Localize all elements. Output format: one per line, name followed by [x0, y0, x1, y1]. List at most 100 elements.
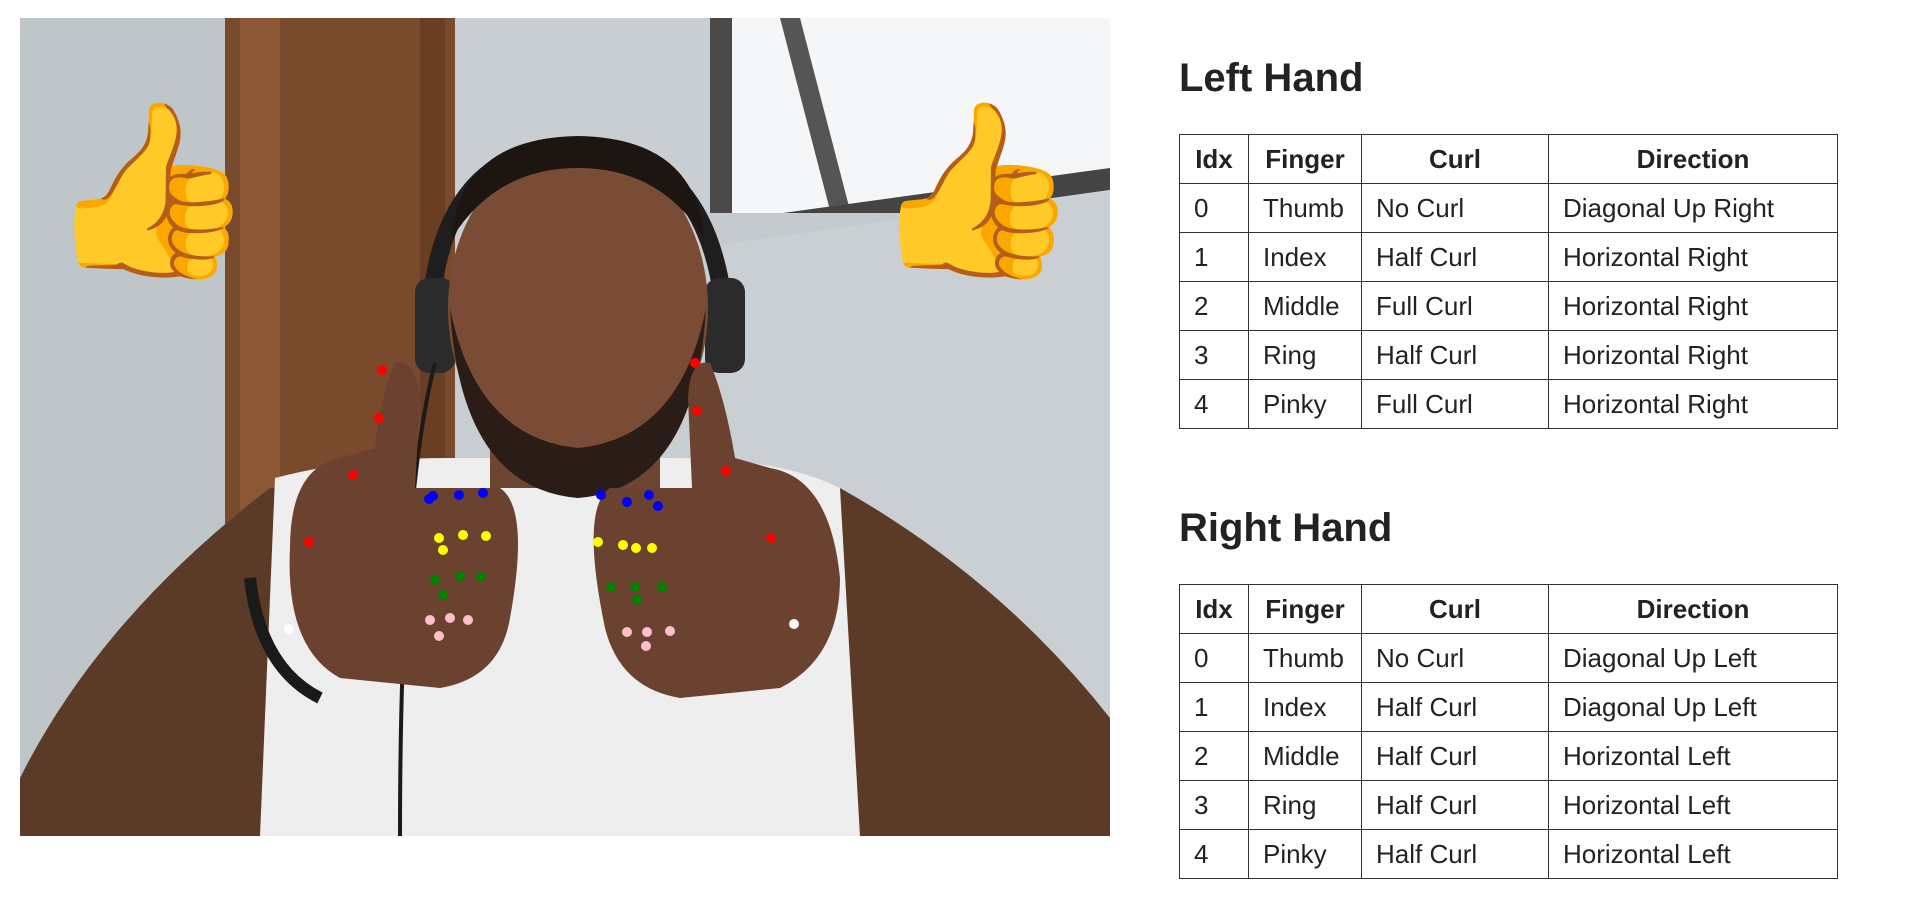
table-header-row: Idx Finger Curl Direction [1179, 584, 1838, 634]
table-row: 3 Ring Half Curl Horizontal Right [1179, 330, 1838, 380]
landmark-thumb [304, 537, 314, 547]
landmark-pinky [425, 615, 435, 625]
cell-direction: Diagonal Up Right [1548, 183, 1838, 233]
landmark-thumb [721, 466, 731, 476]
cell-idx: 3 [1179, 330, 1249, 380]
landmark-wrist [284, 624, 294, 634]
landmark-pinky [642, 627, 652, 637]
landmark-index [644, 490, 654, 500]
cell-curl: Full Curl [1361, 379, 1549, 429]
landmark-wrist [789, 619, 799, 629]
table-row: 3 Ring Half Curl Horizontal Left [1179, 780, 1838, 830]
landmark-middle [647, 543, 657, 553]
cell-direction: Diagonal Up Left [1548, 633, 1838, 683]
cell-direction: Horizontal Left [1548, 829, 1838, 879]
header-direction: Direction [1548, 134, 1838, 184]
cell-curl: Half Curl [1361, 232, 1549, 282]
header-finger: Finger [1248, 134, 1362, 184]
cell-finger: Thumb [1248, 633, 1362, 683]
table-row: 2 Middle Half Curl Horizontal Left [1179, 731, 1838, 781]
landmark-ring [455, 571, 465, 581]
landmark-pinky [622, 627, 632, 637]
webcam-video: 👍 👍 [20, 18, 1110, 836]
cell-finger: Index [1248, 232, 1362, 282]
header-curl: Curl [1361, 134, 1549, 184]
cell-finger: Ring [1248, 780, 1362, 830]
cell-idx: 4 [1179, 829, 1249, 879]
landmark-thumb [690, 358, 700, 368]
header-curl: Curl [1361, 584, 1549, 634]
table-row: 4 Pinky Half Curl Horizontal Left [1179, 829, 1838, 879]
cell-curl: Full Curl [1361, 281, 1549, 331]
header-finger: Finger [1248, 584, 1362, 634]
cell-curl: Half Curl [1361, 731, 1549, 781]
left-hand-table: Idx Finger Curl Direction 0 Thumb No Cur… [1179, 134, 1838, 429]
landmark-ring [632, 595, 642, 605]
cell-curl: Half Curl [1361, 330, 1549, 380]
cell-direction: Horizontal Right [1548, 232, 1838, 282]
landmark-ring [476, 572, 486, 582]
cell-idx: 2 [1179, 281, 1249, 331]
landmark-thumb [374, 413, 384, 423]
webcam-frame: 👍 👍 [20, 18, 1110, 836]
cell-direction: Horizontal Left [1548, 731, 1838, 781]
cell-finger: Pinky [1248, 829, 1362, 879]
cell-finger: Pinky [1248, 379, 1362, 429]
cell-finger: Index [1248, 682, 1362, 732]
cell-finger: Middle [1248, 731, 1362, 781]
table-row: 1 Index Half Curl Diagonal Up Left [1179, 682, 1838, 732]
landmark-middle [481, 531, 491, 541]
cell-idx: 0 [1179, 633, 1249, 683]
cell-direction: Horizontal Right [1548, 379, 1838, 429]
cell-curl: Half Curl [1361, 829, 1549, 879]
cell-idx: 1 [1179, 232, 1249, 282]
cell-finger: Middle [1248, 281, 1362, 331]
landmark-thumb [766, 533, 776, 543]
landmark-index [478, 488, 488, 498]
landmark-middle [618, 540, 628, 550]
header-idx: Idx [1179, 584, 1249, 634]
landmark-ring [657, 582, 667, 592]
table-row: 0 Thumb No Curl Diagonal Up Right [1179, 183, 1838, 233]
cell-finger: Thumb [1248, 183, 1362, 233]
right-hand-title: Right Hand [1179, 506, 1393, 550]
cell-curl: Half Curl [1361, 682, 1549, 732]
landmark-ring [430, 575, 440, 585]
cell-direction: Diagonal Up Left [1548, 682, 1838, 732]
header-idx: Idx [1179, 134, 1249, 184]
cell-idx: 2 [1179, 731, 1249, 781]
table-row: 2 Middle Full Curl Horizontal Right [1179, 281, 1838, 331]
landmark-pinky [463, 615, 473, 625]
landmark-thumb [348, 470, 358, 480]
table-row: 1 Index Half Curl Horizontal Right [1179, 232, 1838, 282]
landmark-thumb [692, 406, 702, 416]
thumbs-up-emoji-left: 👍 [45, 93, 257, 286]
cell-direction: Horizontal Right [1548, 281, 1838, 331]
landmark-index [454, 490, 464, 500]
cell-curl: No Curl [1361, 183, 1549, 233]
landmark-index [596, 490, 606, 500]
landmark-middle [438, 545, 448, 555]
cell-curl: No Curl [1361, 633, 1549, 683]
table-row: 0 Thumb No Curl Diagonal Up Left [1179, 633, 1838, 683]
right-hand-table: Idx Finger Curl Direction 0 Thumb No Cur… [1179, 584, 1838, 879]
left-hand-title: Left Hand [1179, 56, 1364, 100]
landmark-index [622, 497, 632, 507]
table-row: 4 Pinky Full Curl Horizontal Right [1179, 379, 1838, 429]
landmark-index [428, 491, 438, 501]
cell-idx: 0 [1179, 183, 1249, 233]
table-header-row: Idx Finger Curl Direction [1179, 134, 1838, 184]
cell-idx: 1 [1179, 682, 1249, 732]
landmark-ring [630, 582, 640, 592]
cell-direction: Horizontal Left [1548, 780, 1838, 830]
landmark-ring [438, 590, 448, 600]
landmark-pinky [445, 613, 455, 623]
landmark-ring [606, 582, 616, 592]
cell-finger: Ring [1248, 330, 1362, 380]
landmark-middle [631, 543, 641, 553]
header-direction: Direction [1548, 584, 1838, 634]
cell-direction: Horizontal Right [1548, 330, 1838, 380]
thumbs-up-emoji-right: 👍 [870, 93, 1082, 286]
cell-idx: 4 [1179, 379, 1249, 429]
landmark-pinky [641, 641, 651, 651]
